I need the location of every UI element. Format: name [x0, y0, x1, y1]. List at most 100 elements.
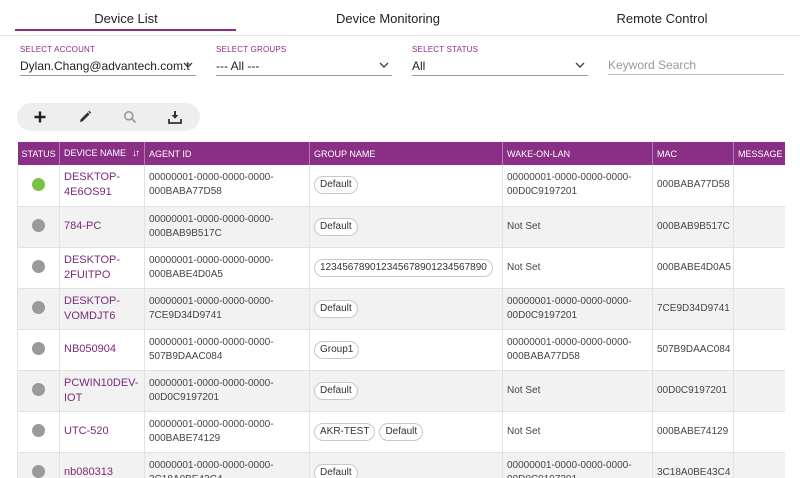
- column-header-wake-on-lan: WAKE-ON-LAN: [502, 142, 653, 165]
- agent-id-cell: 00000001-0000-0000-0000-000BABE74129: [144, 411, 310, 453]
- device-name-link[interactable]: nb080313: [64, 466, 113, 478]
- status-indicator-icon: [32, 465, 45, 478]
- agent-id-cell: 00000001-0000-0000-0000-000BABE4D0A5: [144, 247, 310, 289]
- group-name-cell: Default: [309, 370, 503, 412]
- mac-cell: 000BABE4D0A5: [652, 247, 734, 289]
- chevron-down-icon: [575, 62, 585, 68]
- device-name-cell: nb080313: [59, 452, 145, 478]
- column-header-agent-id: AGENT ID: [144, 142, 310, 165]
- column-header-group-name: GROUP NAME: [309, 142, 503, 165]
- status-cell: [17, 452, 60, 478]
- column-header-message: MESSAGE: [733, 142, 785, 165]
- group-chip: Default: [314, 299, 358, 318]
- table-row[interactable]: UTC-520 00000001-0000-0000-0000-000BABE74…: [17, 411, 785, 453]
- column-header-mac: MAC: [652, 142, 734, 165]
- group-chip: Group1: [314, 340, 360, 359]
- wake-on-lan-cell: Not Set: [502, 247, 653, 289]
- add-device-button[interactable]: [17, 103, 62, 131]
- group-name-cell: Default: [309, 165, 503, 207]
- device-name-cell: DESKTOP-4E6OS91: [59, 165, 145, 207]
- device-name-link[interactable]: DESKTOP-4E6OS91: [64, 171, 120, 198]
- status-cell: [17, 411, 60, 453]
- chevron-down-icon: [183, 62, 193, 68]
- groups-select-value: --- All ---: [216, 59, 260, 73]
- account-filter: SELECT ACCOUNT Dylan.Chang@advantech.com…: [20, 44, 196, 76]
- device-table-container: STATUS DEVICE NAME ↓↑ AGENT ID GROUP NAME…: [17, 142, 785, 478]
- group-chip: Default: [379, 422, 424, 441]
- mac-cell: 507B9DAAC084: [652, 329, 734, 371]
- status-indicator-icon: [32, 342, 45, 356]
- device-name-link[interactable]: UTC-520: [64, 425, 109, 437]
- account-select[interactable]: Dylan.Chang@advantech.com.t: [20, 56, 196, 76]
- group-name-cell: Default: [309, 288, 503, 330]
- wake-on-lan-cell: 00000001-0000-0000-0000-00D0C9197201: [502, 452, 653, 478]
- message-cell: [733, 452, 785, 478]
- device-name-link[interactable]: DESKTOP-VOMDJT6: [64, 295, 120, 322]
- table-row[interactable]: 784-PC 00000001-0000-0000-0000-000BAB9B51…: [17, 206, 785, 248]
- column-header-device-name-label: DEVICE NAME: [64, 148, 127, 158]
- group-name-cell: Default: [309, 452, 503, 478]
- table-row[interactable]: DESKTOP-2FUITPO 00000001-0000-0000-0000-0…: [17, 247, 785, 289]
- tab-device-monitoring[interactable]: Device Monitoring: [252, 0, 524, 36]
- device-table: STATUS DEVICE NAME ↓↑ AGENT ID GROUP NAME…: [17, 142, 785, 478]
- table-header-row: STATUS DEVICE NAME ↓↑ AGENT ID GROUP NAME…: [17, 142, 785, 165]
- tab-remote-control[interactable]: Remote Control: [524, 0, 800, 36]
- plus-icon: [34, 111, 45, 123]
- message-cell: [733, 370, 785, 412]
- wake-on-lan-cell: 00000001-0000-0000-0000-000BABA77D58: [502, 329, 653, 371]
- mac-cell: 000BAB9B517C: [652, 206, 734, 248]
- device-name-link[interactable]: NB050904: [64, 343, 116, 355]
- group-name-cell: 123456789012345678901234567890: [309, 247, 503, 289]
- tab-device-list[interactable]: Device List: [0, 0, 252, 36]
- keyword-search-input[interactable]: [608, 55, 784, 75]
- status-indicator-icon: [32, 260, 45, 274]
- mac-cell: 7CE9D34D9741: [652, 288, 734, 330]
- device-name-cell: 784-PC: [59, 206, 145, 248]
- status-filter: SELECT STATUS All: [412, 44, 588, 76]
- sort-icon[interactable]: ↓↑: [132, 148, 140, 159]
- agent-id-cell: 00000001-0000-0000-0000-507B9DAAC084: [144, 329, 310, 371]
- column-header-device-name[interactable]: DEVICE NAME ↓↑: [59, 142, 145, 165]
- group-chip: Default: [314, 217, 358, 236]
- group-chip: 123456789012345678901234567890: [314, 258, 493, 277]
- status-cell: [17, 329, 60, 371]
- mac-cell: 000BABE74129: [652, 411, 734, 453]
- status-filter-label: SELECT STATUS: [412, 45, 479, 54]
- table-row[interactable]: DESKTOP-4E6OS91 00000001-0000-0000-0000-0…: [17, 165, 785, 207]
- groups-filter-label: SELECT GROUPS: [216, 45, 287, 54]
- status-select-value: All: [412, 59, 426, 73]
- device-name-cell: PCWIN10DEV-IOT: [59, 370, 145, 412]
- magnifier-icon: [123, 111, 136, 124]
- agent-id-cell: 00000001-0000-0000-0000-3C18A0BE43C4: [144, 452, 310, 478]
- status-cell: [17, 370, 60, 412]
- tab-bar: Device List Device Monitoring Remote Con…: [0, 0, 800, 36]
- agent-id-cell: 00000001-0000-0000-0000-00D0C9197201: [144, 370, 310, 412]
- table-row[interactable]: nb080313 00000001-0000-0000-0000-3C18A0BE…: [17, 452, 785, 478]
- wake-on-lan-cell: Not Set: [502, 411, 653, 453]
- edit-device-button[interactable]: [62, 103, 107, 131]
- group-name-cell: Default: [309, 206, 503, 248]
- download-button[interactable]: [152, 103, 197, 131]
- group-chip: Default: [314, 463, 358, 478]
- status-cell: [17, 206, 60, 248]
- group-chip: Default: [314, 381, 358, 400]
- device-name-cell: DESKTOP-VOMDJT6: [59, 288, 145, 330]
- group-chip: AKR-TEST: [314, 422, 376, 441]
- action-toolbar: [17, 103, 200, 131]
- device-name-link[interactable]: DESKTOP-2FUITPO: [64, 254, 120, 281]
- status-cell: [17, 165, 60, 207]
- table-row[interactable]: DESKTOP-VOMDJT6 00000001-0000-0000-0000-7…: [17, 288, 785, 330]
- search-button[interactable]: [107, 103, 152, 131]
- status-select[interactable]: All: [412, 56, 588, 76]
- groups-select[interactable]: --- All ---: [216, 56, 392, 76]
- message-cell: [733, 411, 785, 453]
- column-header-status: STATUS: [17, 142, 60, 165]
- status-indicator-icon: [32, 383, 45, 397]
- status-cell: [17, 247, 60, 289]
- device-name-link[interactable]: PCWIN10DEV-IOT: [64, 377, 139, 404]
- device-name-link[interactable]: 784-PC: [64, 220, 101, 232]
- groups-filter: SELECT GROUPS --- All ---: [216, 44, 392, 76]
- table-row[interactable]: NB050904 00000001-0000-0000-0000-507B9DAA…: [17, 329, 785, 371]
- table-row[interactable]: PCWIN10DEV-IOT 00000001-0000-0000-0000-00…: [17, 370, 785, 412]
- status-indicator-icon: [32, 178, 45, 192]
